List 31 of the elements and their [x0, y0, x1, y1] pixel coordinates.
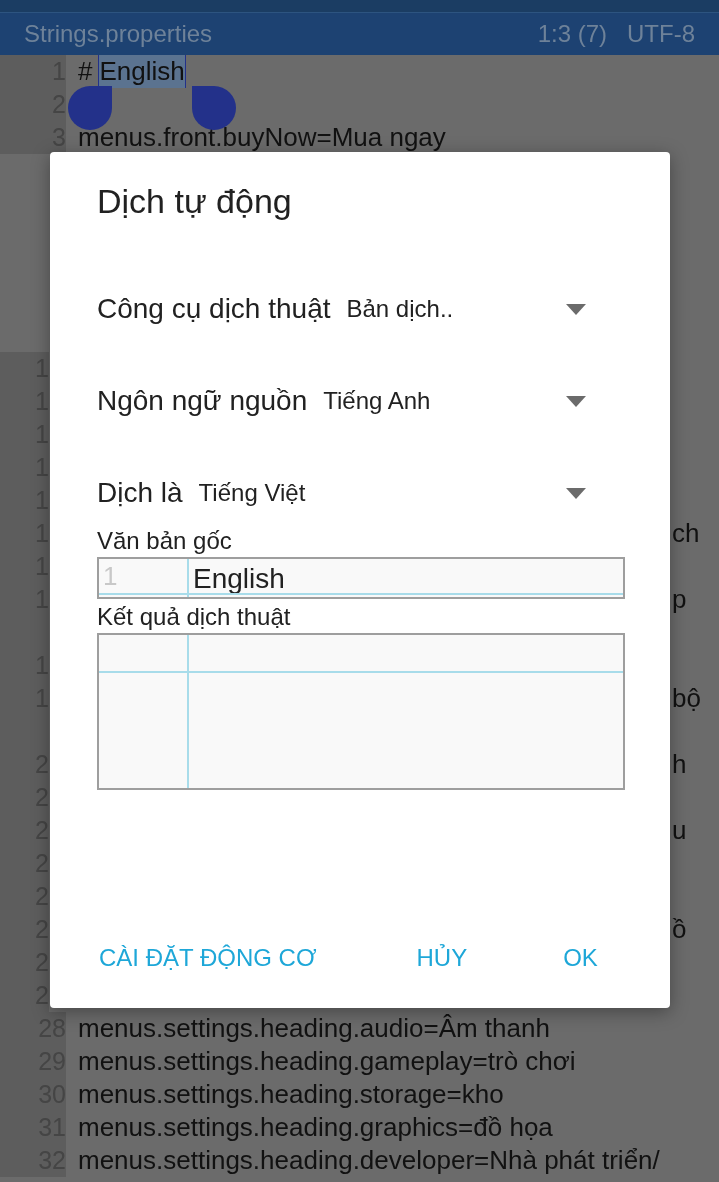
dropdown[interactable]: Tiếng Việt [198, 471, 624, 515]
code-line: u [672, 815, 687, 846]
dialog-title: Dịch tự động [97, 182, 293, 221]
source-text: English [193, 563, 285, 595]
cursor-position: 1:3 (7) [537, 20, 607, 48]
option-label: Ngôn ngữ nguồn [97, 385, 308, 417]
option-label: Công cụ dịch thuật [97, 293, 331, 325]
code-line: bộ [672, 683, 701, 714]
code-line: menus.settings.heading.developer=Nhà phát triển/ [78, 1145, 660, 1176]
caret-icon [566, 303, 586, 315]
code-line: menus.front.buyNow=Mua ngay [78, 122, 446, 153]
code-line: h [672, 749, 687, 780]
code-line: # [78, 56, 93, 87]
code-line: menus.settings.heading.storage=kho [78, 1079, 504, 1110]
code-line: ch [672, 518, 700, 549]
code-line: ồ [672, 914, 687, 945]
code-line: menus.settings.heading.graphics=đồ họa [78, 1112, 553, 1143]
field-label: Văn bản gốc [97, 527, 232, 555]
caret-icon [566, 487, 586, 499]
dropdown[interactable]: Tiếng Anh [323, 379, 624, 423]
field-label: Kết quả dịch thuật [97, 603, 291, 631]
file-name: Strings.properties [24, 20, 214, 48]
result-text-box[interactable] [97, 633, 625, 790]
code-line: menus.settings.heading.gameplay=trò chơi [78, 1046, 576, 1077]
code-line: menus.settings.heading.audio=Âm thanh [78, 1013, 550, 1044]
code-line: p [672, 584, 687, 615]
option-label: Dịch là [97, 477, 183, 509]
dropdown[interactable]: Bản dịch.. [346, 287, 624, 331]
caret-icon [566, 395, 586, 407]
selected-text: English [98, 55, 186, 88]
encoding-label: UTF-8 [627, 20, 695, 48]
